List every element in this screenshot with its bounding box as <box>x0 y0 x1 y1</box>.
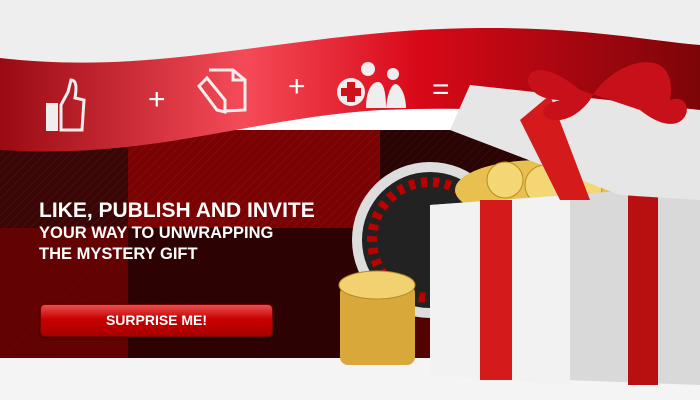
headline: LIKE, PUBLISH AND INVITE YOUR WAY TO UNW… <box>39 199 315 265</box>
surprise-me-button[interactable]: SURPRISE ME! <box>40 304 273 337</box>
plus-operator: + <box>148 83 166 116</box>
coin-stack <box>338 270 416 365</box>
plus-operator: + <box>288 70 306 103</box>
gift-box-illustration <box>338 62 700 385</box>
headline-line-1: LIKE, PUBLISH AND INVITE <box>39 199 315 222</box>
headline-line-3: THE MYSTERY GIFT <box>39 245 198 263</box>
thumbs-up-icon <box>46 78 86 132</box>
document-attach-icon <box>197 68 247 114</box>
headline-line-2: YOUR WAY TO UNWRAPPING <box>39 224 274 242</box>
